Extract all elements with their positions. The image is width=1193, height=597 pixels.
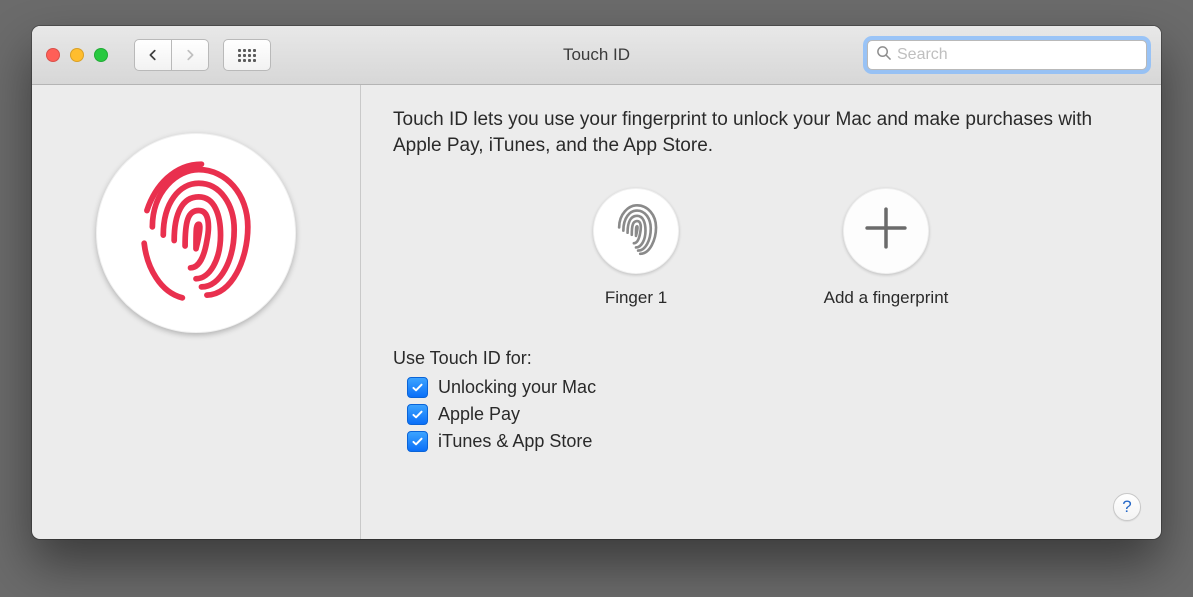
fingerprint-icon — [609, 200, 663, 263]
help-button[interactable]: ? — [1113, 493, 1141, 521]
add-fingerprint-button[interactable]: Add a fingerprint — [801, 188, 971, 308]
search-icon — [876, 45, 891, 65]
add-fingerprint-label: Add a fingerprint — [824, 288, 949, 308]
search-input[interactable] — [895, 45, 1138, 65]
main-content: Touch ID lets you use your fingerprint t… — [361, 85, 1161, 539]
minimize-button[interactable] — [70, 48, 84, 62]
titlebar: Touch ID — [32, 26, 1161, 85]
fingerprints-list: Finger 1 Add a fingerprint — [393, 188, 1129, 308]
grid-icon — [238, 49, 256, 62]
touch-id-icon-large — [96, 133, 296, 333]
search-field[interactable] — [867, 40, 1147, 70]
close-button[interactable] — [46, 48, 60, 62]
fingerprint-finger-1[interactable]: Finger 1 — [551, 188, 721, 308]
option-label: Apple Pay — [438, 404, 520, 425]
back-button[interactable] — [134, 39, 172, 71]
checkbox-checked-icon[interactable] — [407, 377, 428, 398]
window-controls — [46, 48, 108, 62]
intro-text: Touch ID lets you use your fingerprint t… — [393, 107, 1129, 158]
option-unlock-mac[interactable]: Unlocking your Mac — [393, 377, 1129, 398]
checkbox-checked-icon[interactable] — [407, 404, 428, 425]
zoom-button[interactable] — [94, 48, 108, 62]
use-touch-id-section: Use Touch ID for: Unlocking your Mac App… — [393, 348, 1129, 452]
fingerprint-label: Finger 1 — [605, 288, 667, 308]
checkbox-checked-icon[interactable] — [407, 431, 428, 452]
option-apple-pay[interactable]: Apple Pay — [393, 404, 1129, 425]
preferences-window: Touch ID — [32, 26, 1161, 539]
show-all-button[interactable] — [223, 39, 271, 71]
help-icon: ? — [1122, 497, 1131, 517]
fingerprint-icon — [126, 156, 266, 311]
option-label: iTunes & App Store — [438, 431, 592, 452]
content-body: Touch ID lets you use your fingerprint t… — [32, 85, 1161, 539]
sidebar — [32, 85, 361, 539]
use-touch-id-heading: Use Touch ID for: — [393, 348, 1129, 369]
plus-icon — [859, 199, 913, 264]
forward-button[interactable] — [172, 39, 209, 71]
option-itunes-app-store[interactable]: iTunes & App Store — [393, 431, 1129, 452]
option-label: Unlocking your Mac — [438, 377, 596, 398]
nav-buttons — [134, 39, 209, 71]
